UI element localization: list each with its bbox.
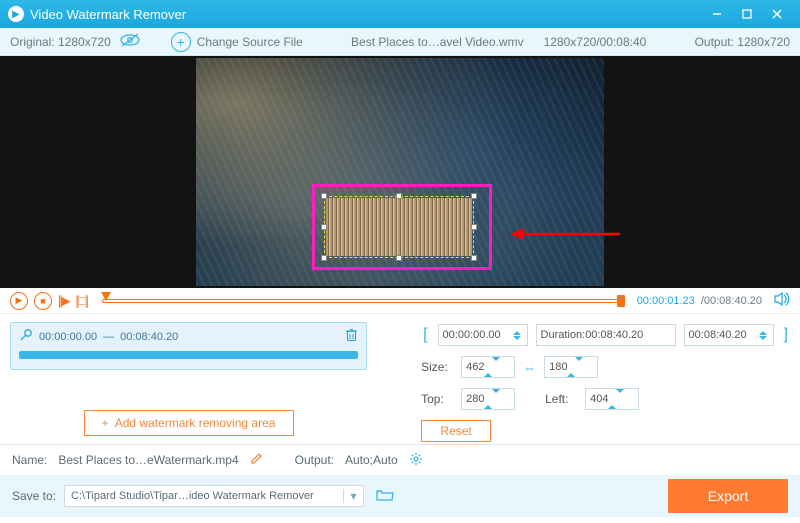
resize-handle[interactable] — [471, 255, 477, 261]
mark-out-button[interactable]: [□] — [76, 293, 88, 308]
save-row: Save to: C:\Tipard Studio\Tipar…ideo Wat… — [0, 475, 800, 517]
segment-start: 00:00:00.00 — [39, 331, 97, 343]
volume-icon[interactable] — [774, 292, 790, 309]
stop-button[interactable]: ■ — [34, 292, 52, 310]
name-output-row: Name: Best Places to…eWatermark.mp4 Outp… — [0, 445, 800, 475]
output-dimensions: 1280x720 — [737, 35, 790, 49]
play-button[interactable]: ▶ — [10, 292, 28, 310]
output-label: Output: — [695, 35, 734, 49]
open-folder-button[interactable] — [376, 488, 394, 505]
resize-handle[interactable] — [471, 193, 477, 199]
delete-segment-button[interactable] — [345, 328, 358, 345]
stepper-up[interactable] — [759, 331, 767, 335]
stepper-up[interactable] — [513, 331, 521, 335]
width-input[interactable]: 462 — [461, 356, 515, 378]
plus-icon: + — [171, 32, 191, 52]
aspect-link-icon[interactable]: ⇔ — [523, 360, 536, 375]
close-button[interactable] — [762, 4, 792, 24]
range-start-bracket-icon[interactable]: [ — [421, 326, 429, 344]
plus-icon: + — [102, 416, 109, 430]
resize-handle[interactable] — [396, 193, 402, 199]
add-area-label: Add watermark removing area — [115, 416, 276, 430]
original-dimensions: 1280x720 — [58, 35, 111, 49]
original-label: Original: — [10, 35, 55, 49]
seek-handle[interactable] — [101, 292, 111, 301]
output-profile-value: Auto;Auto — [342, 451, 401, 469]
segment-dash: — — [103, 331, 114, 343]
stepper-down[interactable] — [616, 389, 624, 405]
saveto-label: Save to: — [12, 489, 56, 503]
stepper-down[interactable] — [575, 357, 583, 373]
reset-button[interactable]: Reset — [421, 420, 491, 442]
annotation-arrow-icon — [510, 224, 620, 244]
selection-box[interactable] — [324, 196, 474, 258]
segment-range-bar[interactable] — [19, 351, 358, 359]
resize-handle[interactable] — [321, 193, 327, 199]
seek-end-handle[interactable] — [617, 295, 625, 307]
current-time: 00:00:01.23 — [637, 295, 695, 307]
maximize-button[interactable] — [732, 4, 762, 24]
top-input[interactable]: 280 — [461, 388, 515, 410]
left-label: Left: — [545, 392, 577, 406]
stepper-down[interactable] — [492, 389, 500, 405]
minimize-button[interactable] — [702, 4, 732, 24]
duration-display: Duration:00:08:40.20 — [536, 324, 676, 346]
video-preview-area — [0, 56, 800, 288]
resize-handle[interactable] — [321, 255, 327, 261]
source-filename: Best Places to…avel Video.wmv — [351, 35, 524, 49]
resize-handle[interactable] — [321, 224, 327, 230]
left-input[interactable]: 404 — [585, 388, 639, 410]
output-profile-label: Output: — [295, 453, 334, 467]
preview-toggle-icon[interactable] — [119, 33, 141, 50]
mark-in-button[interactable]: [▶ — [58, 293, 70, 309]
app-title: Video Watermark Remover — [30, 7, 186, 22]
total-time: 00:08:40.20 — [704, 295, 762, 307]
range-end-input[interactable]: 00:08:40.20 — [684, 324, 774, 346]
output-filename: Best Places to…eWatermark.mp4 — [55, 451, 241, 469]
stepper-down[interactable] — [492, 357, 500, 373]
resize-handle[interactable] — [471, 224, 477, 230]
source-meta: 1280x720/00:08:40 — [544, 35, 647, 49]
size-label: Size: — [421, 360, 453, 374]
app-logo-icon: ▶ — [8, 6, 24, 22]
source-header: Original: 1280x720 + Change Source File … — [0, 28, 800, 56]
stepper-down[interactable] — [759, 336, 767, 340]
title-bar: ▶ Video Watermark Remover — [0, 0, 800, 28]
name-label: Name: — [12, 453, 47, 467]
segment-list-panel: 00:00:00.00 — 00:08:40.20 + Add watermar… — [0, 314, 377, 444]
player-controls: ▶ ■ [▶ [□] 00:00:01.23/00:08:40.20 — [0, 288, 800, 314]
settings-panel: 00:00:00.00 — 00:08:40.20 + Add watermar… — [0, 314, 800, 444]
saveto-path-input[interactable]: C:\Tipard Studio\Tipar…ideo Watermark Re… — [64, 485, 364, 507]
segment-item[interactable]: 00:00:00.00 — 00:08:40.20 — [10, 322, 367, 370]
saveto-path: C:\Tipard Studio\Tipar…ideo Watermark Re… — [65, 490, 343, 502]
range-start-input[interactable]: 00:00:00.00 — [438, 324, 528, 346]
segment-end: 00:08:40.20 — [120, 331, 178, 343]
change-source-button[interactable]: + Change Source File — [171, 32, 303, 52]
add-area-button[interactable]: + Add watermark removing area — [84, 410, 294, 436]
export-button[interactable]: Export — [668, 479, 788, 513]
range-end-bracket-icon[interactable]: ] — [782, 326, 790, 344]
height-input[interactable]: 180 — [544, 356, 598, 378]
seek-bar[interactable] — [102, 294, 623, 308]
stepper-down[interactable] — [513, 336, 521, 340]
resize-handle[interactable] — [396, 255, 402, 261]
segment-pin-icon[interactable] — [19, 328, 33, 345]
region-settings: [ 00:00:00.00 Duration:00:08:40.20 00:08… — [377, 314, 800, 444]
top-label: Top: — [421, 392, 453, 406]
output-settings-button[interactable] — [409, 452, 423, 469]
change-source-label: Change Source File — [197, 35, 303, 49]
path-dropdown-button[interactable]: ▾ — [343, 489, 363, 503]
rename-button[interactable] — [250, 452, 263, 468]
